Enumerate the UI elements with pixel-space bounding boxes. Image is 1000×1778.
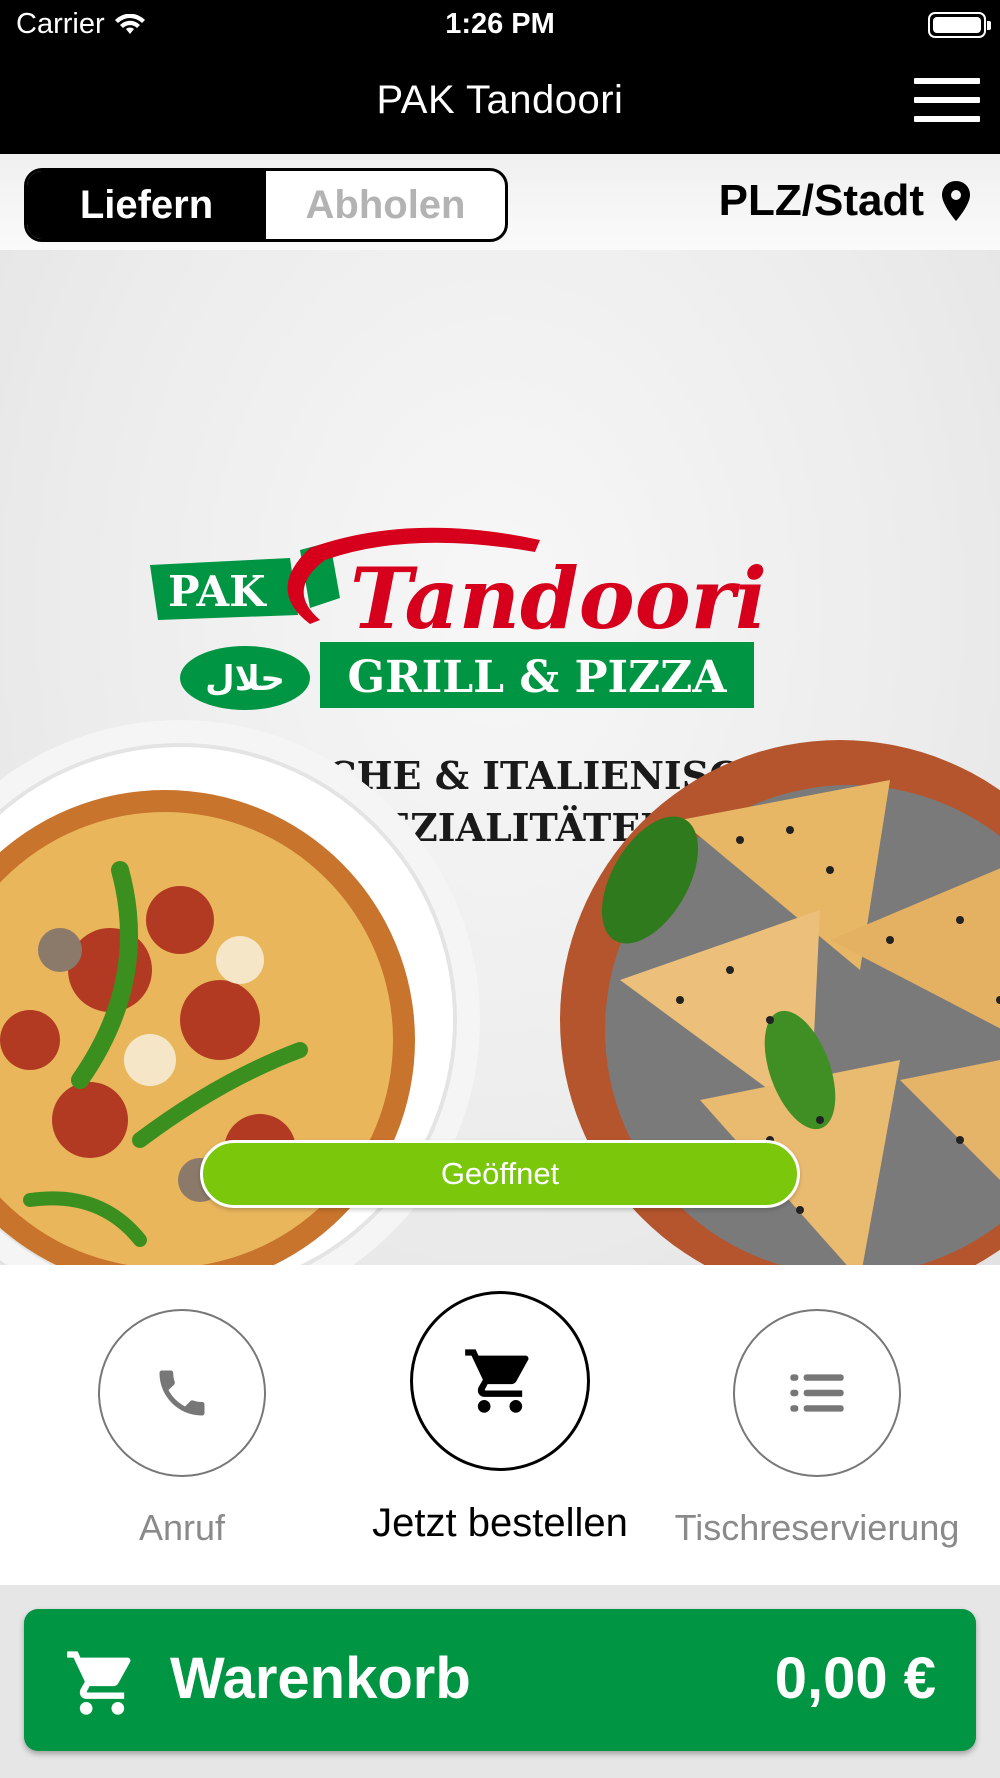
svg-text:GRILL & PIZZA: GRILL & PIZZA [347,652,727,703]
battery-icon [928,12,991,38]
svg-text:Tandoori: Tandoori [350,549,767,648]
order-mode-toggle: Liefern Abholen [24,168,508,242]
tab-abholen[interactable]: Abholen [266,171,505,239]
table-reservation-button[interactable] [733,1309,901,1477]
status-time: 1:26 PM [445,8,555,40]
hero-banner: PAK Tandoori حلال GRILL & PIZZA INDISCHE… [0,250,1000,1265]
phone-icon [159,1370,205,1416]
map-pin-icon [942,181,970,221]
cart-bar-container: Warenkorb 0,00 € [0,1585,1000,1778]
call-label: Anruf [138,1507,226,1548]
table-reservation-action[interactable]: Tischreservierung [667,1265,967,1549]
action-row: Anruf Jetzt bestellen Tischreservierung [0,1265,1000,1585]
call-action[interactable]: Anruf [32,1265,332,1549]
cart-label: Warenkorb [170,1646,471,1711]
status-bar: Carrier 1:26 PM [0,0,1000,52]
cart-total: 0,00 € [774,1646,936,1711]
list-icon [790,1374,844,1412]
cart-icon [465,1349,529,1413]
order-now-label: Jetzt bestellen [372,1501,628,1545]
hamburger-menu-icon[interactable] [914,78,980,122]
tab-liefern[interactable]: Liefern [27,171,266,239]
order-now-action[interactable]: Jetzt bestellen [350,1265,650,1546]
cart-icon [67,1651,131,1715]
restaurant-logo: PAK Tandoori حلال GRILL & PIZZA [150,527,767,710]
call-button[interactable] [98,1309,266,1477]
table-reservation-label: Tischreservierung [674,1507,960,1548]
open-status-badge: Geöffnet [200,1140,800,1208]
order-now-button[interactable] [410,1291,590,1471]
order-mode-bar: Liefern Abholen PLZ/Stadt [0,154,1000,250]
svg-text:PAK: PAK [168,567,267,616]
page-title: PAK Tandoori [376,78,624,122]
location-label: PLZ/Stadt [718,176,924,225]
cart-button[interactable]: Warenkorb 0,00 € [24,1609,976,1751]
location-selector[interactable]: PLZ/Stadt [719,176,970,226]
svg-text:حلال: حلال [205,659,285,699]
top-bar: Carrier 1:26 PM PAK Tandoori [0,0,1000,154]
